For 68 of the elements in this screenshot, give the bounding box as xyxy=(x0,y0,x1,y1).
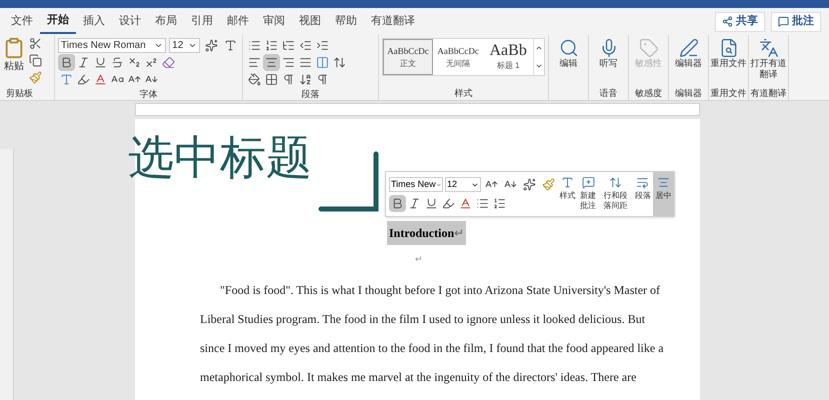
scroll-up-icon[interactable] xyxy=(535,44,544,52)
font-size-field[interactable]: 12 xyxy=(169,38,200,53)
ribbon-big-button[interactable]: 听写 xyxy=(590,35,626,69)
dropdown-caret-icon xyxy=(188,41,198,50)
clear-format-icon[interactable] xyxy=(160,54,177,71)
font-size-field[interactable]: 12 xyxy=(445,177,481,192)
ribbon-big-button[interactable]: 编辑 xyxy=(550,35,586,69)
group-label: 样式 xyxy=(454,87,474,100)
scroll-down-icon[interactable] xyxy=(535,62,544,70)
share-button[interactable]: 共享 xyxy=(715,12,765,32)
bold-icon[interactable] xyxy=(389,195,406,212)
clipboard-icon xyxy=(3,37,25,59)
paragraph-mark: ↵ xyxy=(415,253,423,266)
group-label: 有道翻译 xyxy=(750,87,786,100)
heading-text: Introduction↵ xyxy=(387,221,466,245)
comment-icon xyxy=(582,176,595,189)
group-label: 语音 xyxy=(600,87,618,100)
comment-icon xyxy=(778,16,789,27)
group-label: 编辑器 xyxy=(675,87,702,100)
borders-icon[interactable] xyxy=(263,71,280,88)
translate-icon xyxy=(758,38,778,58)
share-icon xyxy=(722,16,733,27)
tag-icon xyxy=(638,38,658,58)
paste-button[interactable]: 粘贴 xyxy=(3,35,25,87)
style-gallery-item[interactable]: AaBbCcDc 无间隔 xyxy=(433,39,484,75)
body-paragraph: "Food is food". This is what I thought before I got into Arizona State University's Master of Liberal Studies program. The food in the film I used to ignore unless it looked delicious. But since I moved my eyes and attention to the food in the film, I found that the food appeared like a metaphorical symbol. It makes me marvel at the ingenuity of the directors' ideas. There are xyxy=(199,282,665,386)
ribbon-tab[interactable]: 插入 xyxy=(76,10,112,34)
ribbon-tab[interactable]: 设计 xyxy=(112,10,148,34)
copy-icon[interactable] xyxy=(27,52,44,69)
ribbon-tab[interactable]: 帮助 xyxy=(328,10,364,34)
styles-icon xyxy=(560,176,574,189)
pen-icon xyxy=(678,38,698,58)
ribbon-tab[interactable]: 有道翻译 xyxy=(364,10,422,34)
ribbon-tab[interactable]: 邮件 xyxy=(220,10,256,34)
ribbon-big-button[interactable]: 重用文件 xyxy=(710,35,746,69)
font-name-field[interactable]: Times New xyxy=(389,177,443,192)
style-gallery-item[interactable]: AaBbCcDc 正文 xyxy=(383,39,434,75)
group-label: 重用文件 xyxy=(710,87,746,100)
align-center-icon[interactable] xyxy=(263,54,280,71)
center-icon xyxy=(657,176,670,189)
search-icon xyxy=(558,38,578,58)
ribbon-big-button[interactable]: 编辑器 xyxy=(670,35,706,69)
ribbon-tab[interactable]: 审阅 xyxy=(256,10,292,34)
ribbon-tab[interactable]: 布局 xyxy=(148,10,184,34)
file-icon xyxy=(718,38,738,58)
overlay-caption: 选中标题 xyxy=(128,131,312,183)
style-gallery-item[interactable]: AaBb 标题 1 xyxy=(483,39,534,75)
mini-toolbar-button[interactable]: 居中 xyxy=(653,172,674,216)
ribbon-tab[interactable]: 引用 xyxy=(184,10,220,34)
comments-button[interactable]: 批注 xyxy=(771,12,821,32)
spacing-icon xyxy=(608,176,622,189)
ribbon-tab[interactable]: 文件 xyxy=(4,10,40,34)
font-name-field[interactable]: Times New Roman xyxy=(58,38,166,53)
dropdown-caret-icon xyxy=(154,41,164,50)
group-label: 字体 xyxy=(138,88,158,101)
mini-toolbar-button[interactable]: 新建批注 xyxy=(578,172,598,216)
shading-icon[interactable] xyxy=(246,71,263,88)
group-label: 剪贴板 xyxy=(5,87,34,100)
mini-toolbar-button[interactable]: 段落 xyxy=(632,172,654,216)
mini-toolbar-button[interactable]: 样式 xyxy=(557,172,578,216)
mini-toolbar-button[interactable]: 行和段落间距 xyxy=(598,172,633,216)
ribbon-tab[interactable]: 视图 xyxy=(292,10,328,34)
paragraph-icon xyxy=(636,176,650,189)
group-label: 段落 xyxy=(300,88,320,101)
bold-icon[interactable] xyxy=(58,54,75,71)
group-label: 敏感度 xyxy=(635,87,662,100)
corner-bracket-icon xyxy=(318,151,380,213)
ribbon-big-button[interactable]: 打开有道翻译 xyxy=(750,35,786,80)
